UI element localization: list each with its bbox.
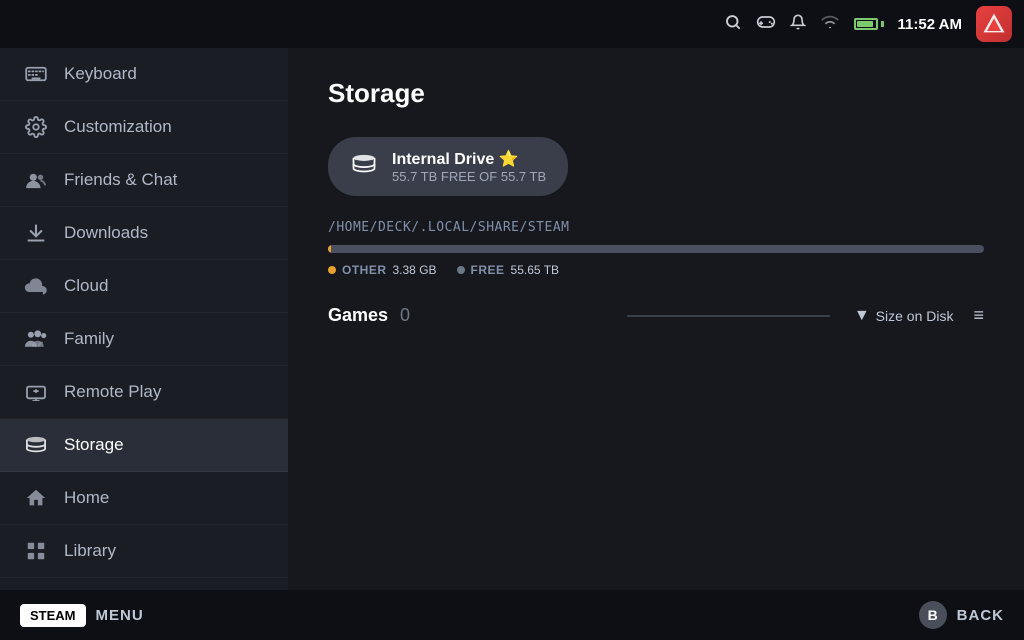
battery-icon bbox=[854, 18, 884, 30]
legend-other: OTHER 3.38 GB bbox=[328, 263, 437, 277]
main-content: Storage Internal Drive ⭐ 55.7 TB FREE OF… bbox=[288, 48, 1024, 590]
cloud-icon bbox=[24, 274, 48, 298]
storage-legend: OTHER 3.38 GB FREE 55.65 TB bbox=[328, 263, 984, 277]
cloud-label: Cloud bbox=[64, 276, 108, 296]
library-icon bbox=[24, 539, 48, 563]
page-title: Storage bbox=[328, 78, 984, 109]
storage-label: Storage bbox=[64, 435, 124, 455]
sidebar-item-storage[interactable]: Storage bbox=[0, 419, 288, 472]
keyboard-label: Keyboard bbox=[64, 64, 137, 84]
sidebar-item-keyboard[interactable]: Keyboard bbox=[0, 48, 288, 101]
app-icon bbox=[976, 6, 1012, 42]
games-header: Games 0 ▼ Size on Disk ≡ bbox=[328, 305, 984, 326]
drive-free-space: 55.7 TB FREE OF 55.7 TB bbox=[392, 169, 546, 184]
back-label: BACK bbox=[957, 607, 1004, 624]
sidebar-item-downloads[interactable]: Downloads bbox=[0, 207, 288, 260]
sidebar-item-customization[interactable]: Customization bbox=[0, 101, 288, 154]
customization-icon bbox=[24, 115, 48, 139]
drive-info: Internal Drive ⭐ 55.7 TB FREE OF 55.7 TB bbox=[392, 149, 546, 184]
sidebar-item-library[interactable]: Library bbox=[0, 525, 288, 578]
games-divider bbox=[627, 315, 830, 317]
home-label: Home bbox=[64, 488, 109, 508]
friends-label: Friends & Chat bbox=[64, 170, 177, 190]
family-label: Family bbox=[64, 329, 114, 349]
storage-bar-fill bbox=[328, 245, 331, 253]
bottom-bar: STEAM MENU B BACK bbox=[0, 590, 1024, 640]
menu-label: MENU bbox=[96, 607, 144, 624]
drive-name: Internal Drive ⭐ bbox=[392, 149, 546, 169]
sidebar-item-home[interactable]: Home bbox=[0, 472, 288, 525]
filter-icon[interactable]: ≡ bbox=[973, 305, 984, 326]
remote-play-label: Remote Play bbox=[64, 382, 161, 402]
search-icon[interactable] bbox=[724, 13, 742, 36]
legend-other-value: 3.38 GB bbox=[393, 263, 437, 277]
storage-icon bbox=[24, 433, 48, 457]
library-label: Library bbox=[64, 541, 116, 561]
back-button[interactable]: B BACK bbox=[919, 601, 1004, 629]
games-count: 0 bbox=[400, 305, 603, 326]
downloads-label: Downloads bbox=[64, 223, 148, 243]
steam-badge: STEAM bbox=[20, 604, 86, 627]
legend-free-value: 55.65 TB bbox=[511, 263, 559, 277]
clock: 11:52 AM bbox=[898, 16, 962, 33]
legend-free: FREE 55.65 TB bbox=[457, 263, 560, 277]
controller-icon bbox=[756, 13, 776, 36]
friends-icon bbox=[24, 168, 48, 192]
drive-card[interactable]: Internal Drive ⭐ 55.7 TB FREE OF 55.7 TB bbox=[328, 137, 568, 196]
keyboard-icon bbox=[24, 62, 48, 86]
legend-free-label: FREE bbox=[471, 263, 505, 277]
star-icon: ⭐ bbox=[499, 151, 519, 168]
sidebar-item-friends[interactable]: Friends & Chat bbox=[0, 154, 288, 207]
wifi-icon bbox=[820, 14, 840, 35]
downloads-icon bbox=[24, 221, 48, 245]
sort-chevron-icon: ▼ bbox=[854, 307, 870, 325]
storage-bar bbox=[328, 245, 984, 253]
sidebar-item-remote-play[interactable]: Remote Play bbox=[0, 366, 288, 419]
drive-icon bbox=[350, 153, 378, 181]
sidebar: Keyboard Customization Friends & Chat bbox=[0, 48, 288, 590]
remote-play-icon bbox=[24, 380, 48, 404]
steam-menu-button[interactable]: STEAM MENU bbox=[20, 604, 144, 627]
drive-path: /HOME/DECK/.LOCAL/SHARE/STEAM bbox=[328, 220, 984, 235]
home-icon bbox=[24, 486, 48, 510]
sidebar-item-cloud[interactable]: Cloud bbox=[0, 260, 288, 313]
top-bar: 11:52 AM bbox=[0, 0, 1024, 48]
customization-label: Customization bbox=[64, 117, 172, 137]
sort-label: Size on Disk bbox=[876, 308, 954, 324]
legend-dot-other bbox=[328, 266, 336, 274]
sidebar-item-family[interactable]: Family bbox=[0, 313, 288, 366]
sort-button[interactable]: ▼ Size on Disk bbox=[854, 307, 954, 325]
family-icon bbox=[24, 327, 48, 351]
legend-dot-free bbox=[457, 266, 465, 274]
b-badge: B bbox=[919, 601, 947, 629]
bell-icon bbox=[790, 13, 806, 36]
games-title: Games bbox=[328, 305, 388, 326]
legend-other-label: OTHER bbox=[342, 263, 387, 277]
